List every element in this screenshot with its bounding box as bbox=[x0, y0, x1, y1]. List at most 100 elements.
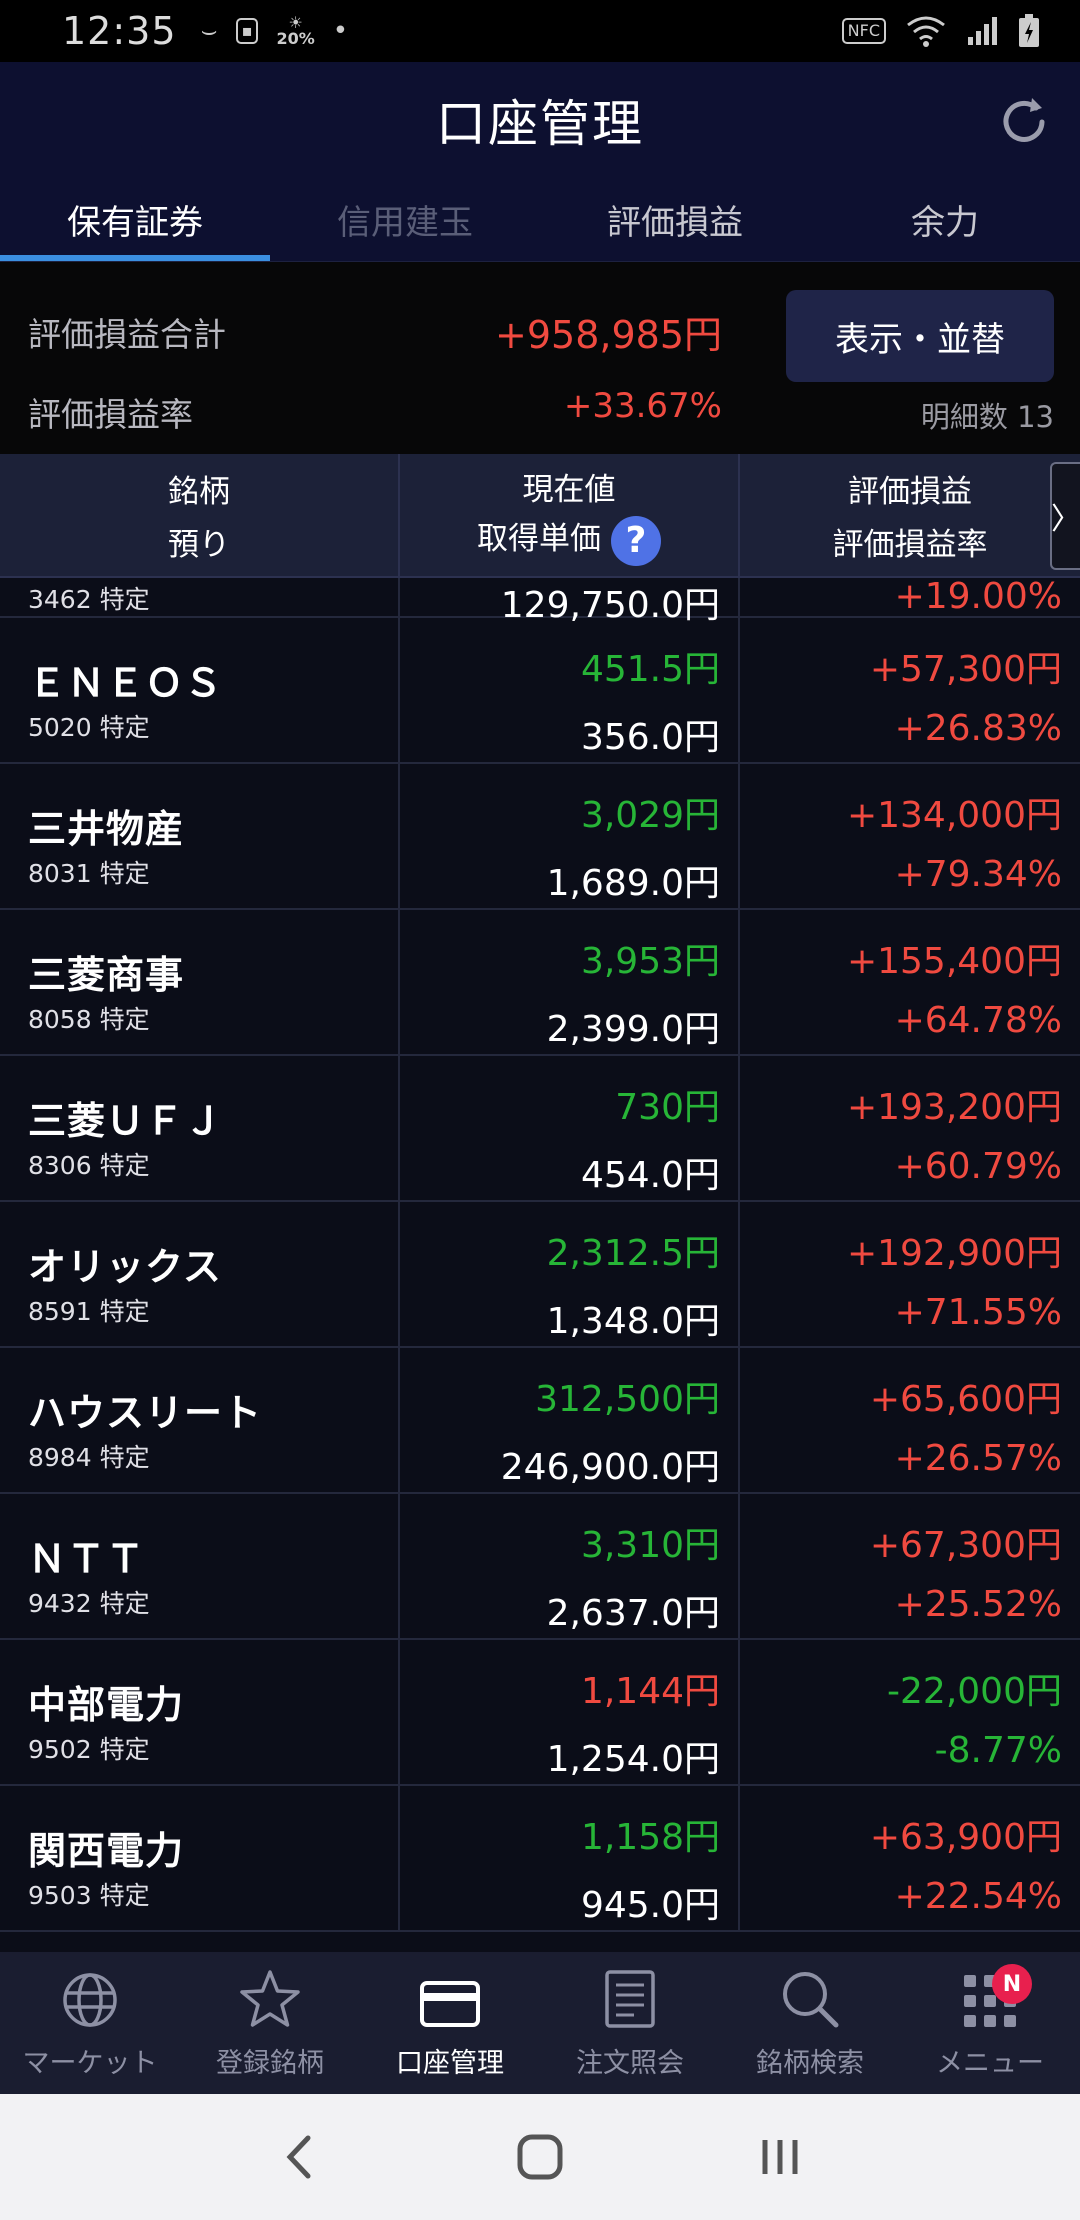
acquisition-price: 2,399.0円 bbox=[546, 1009, 720, 1050]
nav-market-label: マーケット bbox=[22, 2048, 158, 2079]
pl-cell: +193,200円 +60.79% bbox=[740, 1056, 1080, 1200]
pl-rate: +60.79% bbox=[894, 1146, 1062, 1187]
current-price: 3,310円 bbox=[580, 1525, 720, 1566]
home-icon[interactable] bbox=[500, 2117, 580, 2197]
total-pl-value: +958,985円 bbox=[495, 313, 722, 357]
nav-search[interactable]: 銘柄検索 bbox=[720, 1952, 900, 2094]
table-row[interactable]: ＮＴＴ 9432 特定 3,310円 2,637.0円 +67,300円 +25.52% bbox=[0, 1494, 1080, 1640]
stock-code: 8058 特定 bbox=[28, 1005, 150, 1034]
stock-name: 中部電力 bbox=[28, 1683, 185, 1727]
stock-cell: ＮＴＴ 9432 特定 bbox=[0, 1494, 400, 1638]
dot-icon: • bbox=[332, 16, 349, 46]
current-price: 451.5円 bbox=[580, 649, 720, 690]
stock-name: ＮＴＴ bbox=[28, 1537, 146, 1581]
table-row[interactable]: 三菱ＵＦＪ 8306 特定 730円 454.0円 +193,200円 +60.79% bbox=[0, 1056, 1080, 1202]
table-row[interactable]: ハウスリート 8984 特定 312,500円 246,900.0円 +65,600円 +… bbox=[0, 1348, 1080, 1494]
table-row[interactable]: 関西電力 9503 特定 1,158円 945.0円 +63,900円 +22.54% bbox=[0, 1786, 1080, 1932]
refresh-icon[interactable] bbox=[996, 94, 1052, 150]
nav-menu[interactable]: N メニュー bbox=[900, 1952, 1080, 2094]
nav-search-label: 銘柄検索 bbox=[756, 2048, 864, 2079]
stock-code: 8031 特定 bbox=[28, 859, 150, 888]
stock-name: 三菱商事 bbox=[28, 953, 185, 997]
table-row[interactable]: ＥＮＥＯＳ 5020 特定 451.5円 356.0円 +57,300円 +26.83% bbox=[0, 618, 1080, 764]
total-pl-label: 評価損益合計 bbox=[28, 315, 226, 354]
acquisition-price: 246,900.0円 bbox=[500, 1447, 720, 1488]
system-nav-bar bbox=[0, 2094, 1080, 2220]
current-price: 1,144円 bbox=[580, 1671, 720, 1712]
acquisition-price: 356.0円 bbox=[580, 717, 720, 758]
pl-amount: +192,900円 bbox=[846, 1233, 1062, 1274]
col-stock-label: 銘柄 bbox=[168, 474, 230, 510]
stock-code: 5020 特定 bbox=[28, 713, 150, 742]
search-icon bbox=[783, 1972, 839, 2028]
stock-name: ハウスリート bbox=[28, 1391, 263, 1435]
pl-amount: +65,600円 bbox=[869, 1379, 1062, 1420]
pl-cell: +192,900円 +71.55% bbox=[740, 1202, 1080, 1346]
tab-margin-positions[interactable]: 信用建玉 bbox=[270, 178, 540, 261]
stock-cell: 三井物産 8031 特定 bbox=[0, 764, 400, 908]
acquisition-price: 945.0円 bbox=[580, 1885, 720, 1926]
tab-holdings[interactable]: 保有証券 bbox=[0, 178, 270, 261]
pl-rate: +19.00% bbox=[894, 578, 1062, 617]
tab-valuation[interactable]: 評価損益 bbox=[540, 178, 810, 261]
table-row[interactable]: 三井物産 8031 特定 3,029円 1,689.0円 +134,000円 +79.34… bbox=[0, 764, 1080, 910]
stock-code: 9503 特定 bbox=[28, 1881, 150, 1910]
col-pl-label: 評価損益 bbox=[848, 474, 972, 510]
table-row[interactable]: 中部電力 9502 特定 1,144円 1,254.0円 -22,000円 -8.77% bbox=[0, 1640, 1080, 1786]
stock-cell: 関西電力 9503 特定 bbox=[0, 1786, 400, 1930]
table-header: 銘柄 預り 現在値 取得単価? 評価損益 評価損益率 bbox=[0, 454, 1080, 578]
col-acquisition-text: 取得単価 bbox=[477, 521, 601, 558]
document-icon bbox=[605, 1970, 655, 2028]
holdings-list[interactable]: 3462 特定 129,750.0円 +19.00% ＥＮＥＯＳ 5020 特定 4… bbox=[0, 578, 1080, 1952]
pl-cell: -22,000円 -8.77% bbox=[740, 1640, 1080, 1784]
recents-icon[interactable] bbox=[740, 2117, 820, 2197]
pl-cell: +67,300円 +25.52% bbox=[740, 1494, 1080, 1638]
nav-orders[interactable]: 注文照会 bbox=[540, 1952, 720, 2094]
nav-watchlist-label: 登録銘柄 bbox=[216, 2048, 324, 2079]
nav-market[interactable]: マーケット bbox=[0, 1952, 180, 2094]
table-row[interactable]: 三菱商事 8058 特定 3,953円 2,399.0円 +155,400円 +64.78… bbox=[0, 910, 1080, 1056]
amazon-icon: ⌣ bbox=[200, 15, 218, 46]
pl-rate: +79.34% bbox=[894, 854, 1062, 895]
pl-amount: +193,200円 bbox=[846, 1087, 1062, 1128]
scroll-right-arrow-icon[interactable]: 〉 bbox=[1050, 462, 1080, 570]
stock-code: 8984 特定 bbox=[28, 1443, 150, 1472]
pl-rate: +26.57% bbox=[894, 1438, 1062, 1479]
current-price: 3,029円 bbox=[580, 795, 720, 836]
pl-rate: +22.54% bbox=[894, 1876, 1062, 1917]
current-price: 312,500円 bbox=[535, 1379, 720, 1420]
acquisition-price: 454.0円 bbox=[580, 1155, 720, 1196]
table-row[interactable]: オリックス 8591 特定 2,312.5円 1,348.0円 +192,900円 +71… bbox=[0, 1202, 1080, 1348]
tab-buying-power[interactable]: 余力 bbox=[810, 178, 1080, 261]
tab-bar: 保有証券 信用建玉 評価損益 余力 bbox=[0, 178, 1080, 262]
display-sort-button[interactable]: 表示・並替 bbox=[786, 290, 1054, 382]
col-price: 現在値 取得単価? bbox=[400, 454, 740, 576]
stock-code: 3462 特定 bbox=[28, 585, 150, 614]
price-cell: 1,158円 945.0円 bbox=[400, 1786, 740, 1930]
price-cell: 312,500円 246,900.0円 bbox=[400, 1348, 740, 1492]
table-row-partial[interactable]: 3462 特定 129,750.0円 +19.00% bbox=[0, 578, 1080, 626]
card-icon bbox=[420, 1981, 480, 2027]
stock-name: ＥＮＥＯＳ bbox=[28, 661, 224, 705]
price-cell: 3,310円 2,637.0円 bbox=[400, 1494, 740, 1638]
nav-account[interactable]: 口座管理 bbox=[360, 1952, 540, 2094]
wifi-icon bbox=[907, 16, 945, 47]
back-icon[interactable] bbox=[260, 2117, 340, 2197]
price-cell: 1,144円 1,254.0円 bbox=[400, 1640, 740, 1784]
current-price: 3,953円 bbox=[580, 941, 720, 982]
pl-rate: +71.55% bbox=[894, 1292, 1062, 1333]
stock-code: 8306 特定 bbox=[28, 1151, 150, 1180]
status-left-icons: ⌣ ▪ ☀ 20% • bbox=[201, 15, 349, 47]
weather-percent: 20% bbox=[276, 29, 315, 48]
price-cell: 2,312.5円 1,348.0円 bbox=[400, 1202, 740, 1346]
stock-cell: ＥＮＥＯＳ 5020 特定 bbox=[0, 618, 400, 762]
col-custody-label: 預り bbox=[168, 527, 230, 563]
stock-name: 関西電力 bbox=[28, 1829, 185, 1873]
stock-name: 三菱ＵＦＪ bbox=[28, 1099, 224, 1143]
stock-cell: 中部電力 9502 特定 bbox=[0, 1640, 400, 1784]
star-icon bbox=[240, 1970, 300, 2027]
stock-name: オリックス bbox=[28, 1245, 222, 1289]
pl-rate: -8.77% bbox=[934, 1730, 1062, 1771]
nav-watchlist[interactable]: 登録銘柄 bbox=[180, 1952, 360, 2094]
help-icon[interactable]: ? bbox=[611, 515, 661, 566]
